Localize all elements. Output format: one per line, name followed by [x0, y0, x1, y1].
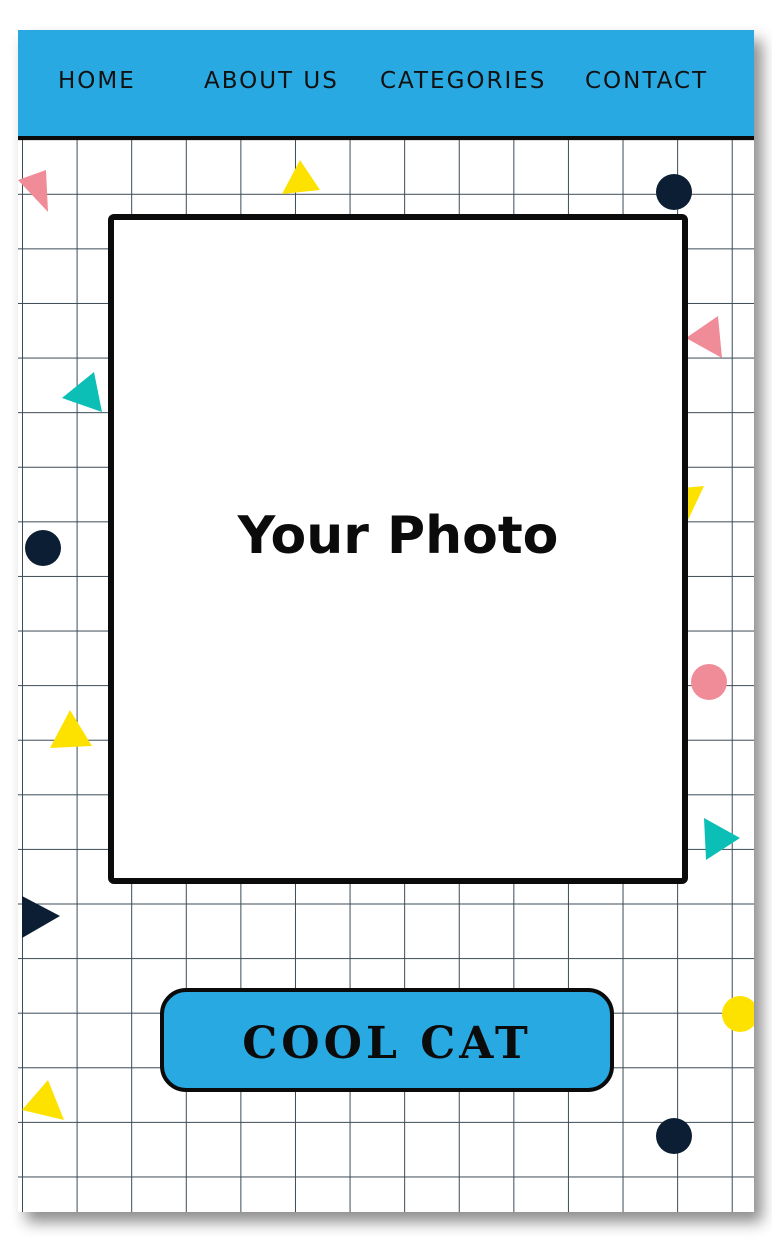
poster-card: HOME ABOUT US CATEGORIES CONTACT Your Ph… [18, 30, 754, 1212]
navy-circle-shape [656, 174, 692, 210]
pink-circle-shape [691, 664, 727, 700]
top-navbar: HOME ABOUT US CATEGORIES CONTACT [18, 30, 754, 140]
photo-placeholder-label: Your Photo [237, 506, 559, 566]
navy-triangle-shape [22, 896, 60, 938]
cool-cat-label: COOL CAT [242, 1018, 532, 1069]
nav-about-us-link[interactable]: ABOUT US [204, 68, 339, 94]
nav-home-link[interactable]: HOME [58, 68, 136, 94]
yellow-circle-shape [722, 996, 754, 1032]
yellow-triangle-shape [282, 160, 320, 194]
pink-triangle-shape [18, 170, 48, 212]
nav-contact-link[interactable]: CONTACT [585, 68, 708, 94]
teal-triangle-shape [62, 372, 102, 412]
pink-triangle-shape [686, 316, 722, 358]
nav-categories-link[interactable]: CATEGORIES [380, 68, 546, 94]
yellow-triangle-shape [22, 1080, 64, 1120]
navy-circle-shape [25, 530, 61, 566]
teal-triangle-shape [704, 818, 740, 860]
navy-circle-shape [656, 1118, 692, 1154]
cool-cat-button[interactable]: COOL CAT [160, 988, 614, 1092]
yellow-triangle-shape [50, 710, 92, 748]
photo-frame[interactable]: Your Photo [108, 214, 688, 884]
